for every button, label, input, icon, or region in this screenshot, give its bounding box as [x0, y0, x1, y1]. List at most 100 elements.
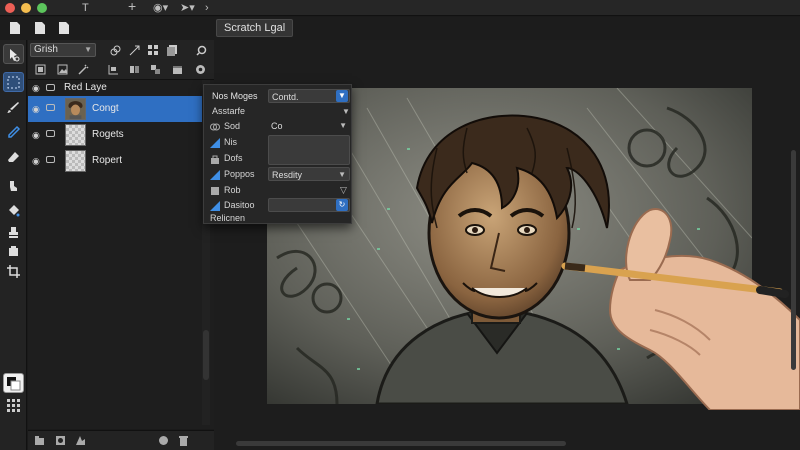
- layer-name: Congt: [92, 103, 119, 114]
- marquee-tool-icon: [7, 76, 20, 88]
- property-label: Nis: [224, 137, 237, 147]
- zoom-icon[interactable]: [196, 45, 207, 56]
- align-icon[interactable]: [108, 64, 119, 75]
- property-value: Co: [271, 121, 283, 131]
- document-stack-icon[interactable]: [167, 45, 178, 56]
- window-titlebar: T + ◉▾ ➤▾ ›: [0, 0, 800, 16]
- wand-icon[interactable]: [78, 64, 89, 75]
- layer-row[interactable]: ◉ Rogets: [28, 122, 202, 148]
- brush-tool-button[interactable]: [3, 97, 24, 117]
- color-swatch-button[interactable]: [3, 373, 24, 393]
- document-tab-scratch[interactable]: Scratch Lgal: [216, 19, 294, 37]
- chain-link-icon[interactable]: [46, 84, 55, 91]
- document-icon[interactable]: [58, 21, 70, 35]
- document-icon[interactable]: [9, 21, 21, 35]
- chevron-down-icon: ▼: [338, 170, 346, 179]
- properties-mode-select[interactable]: Contd. ▼: [268, 89, 350, 103]
- new-layer-icon[interactable]: [158, 435, 169, 446]
- property-label: Rob: [224, 185, 241, 195]
- pencil-tool-button[interactable]: [3, 122, 24, 142]
- chevron-down-icon[interactable]: ▼: [342, 107, 350, 116]
- filter-icon[interactable]: ▽: [340, 185, 347, 196]
- brush-preset-select[interactable]: Grish ▼: [30, 43, 96, 57]
- eye-icon[interactable]: ◉: [32, 130, 40, 141]
- marquee-tool-button[interactable]: [3, 72, 24, 92]
- zoom-window-button[interactable]: [37, 3, 47, 13]
- link-icon[interactable]: [110, 45, 121, 56]
- grid-icon: [7, 398, 20, 412]
- stamp-tool-button[interactable]: [3, 222, 24, 242]
- mask-icon[interactable]: [55, 435, 66, 446]
- smudge-tool-button[interactable]: [3, 175, 24, 195]
- frame-icon[interactable]: [35, 64, 46, 75]
- properties-title-row: Nos Moges Contd. ▼: [204, 89, 353, 105]
- adjustment-icon[interactable]: [75, 435, 86, 446]
- group-icon[interactable]: [34, 435, 45, 446]
- position-icon: [211, 187, 219, 195]
- eye-icon[interactable]: ◉: [32, 83, 40, 94]
- arrange-icon[interactable]: [150, 64, 161, 75]
- layers-scroll-knob[interactable]: [203, 330, 209, 380]
- property-row: Rob ▽: [204, 183, 353, 199]
- eye-icon[interactable]: ◉: [32, 156, 40, 167]
- image-icon[interactable]: [57, 64, 68, 75]
- brush-preset-value: Grish: [34, 44, 58, 55]
- property-label: Asstarfe: [212, 106, 246, 116]
- fill-opacity-icon: [210, 170, 220, 180]
- chain-link-icon[interactable]: [46, 130, 55, 137]
- crop-tool-button[interactable]: [3, 261, 24, 281]
- property-row: Sod Co ▼: [204, 119, 353, 135]
- fill-icon[interactable]: ◉▾: [153, 1, 168, 15]
- property-row: Asstarfe ▼: [204, 104, 353, 120]
- layer-row[interactable]: ◉ Congt: [28, 96, 202, 122]
- property-label: Relicnen: [210, 213, 246, 223]
- properties-title: Nos Moges: [212, 91, 258, 101]
- add-icon[interactable]: +: [128, 0, 136, 13]
- crop-icon: [7, 264, 20, 278]
- trash-icon[interactable]: [178, 435, 189, 446]
- fill-tool-button[interactable]: [3, 200, 24, 220]
- canvas-horizontal-scrollbar[interactable]: [236, 441, 566, 446]
- tool-options-row-2: [28, 60, 214, 80]
- calendar-icon[interactable]: [172, 64, 183, 75]
- document-icon[interactable]: [34, 21, 46, 35]
- distribute-icon[interactable]: [129, 64, 140, 75]
- move-tool-button[interactable]: [3, 44, 24, 64]
- close-window-button[interactable]: [5, 3, 15, 13]
- chain-link-icon[interactable]: [46, 104, 55, 111]
- property-label: Dofs: [224, 153, 243, 163]
- chain-link-icon[interactable]: [46, 156, 55, 163]
- grid-small-icon[interactable]: [148, 45, 159, 56]
- layer-name: Rogets: [92, 129, 124, 140]
- property-row: Relicnen: [204, 211, 353, 227]
- property-label: Sod: [224, 121, 241, 131]
- layers-header: ◉ Red Laye: [28, 80, 202, 95]
- canvas-vertical-scrollbar[interactable]: [791, 150, 796, 370]
- paint-bucket-icon: [9, 204, 20, 216]
- sync-icon[interactable]: ↻: [336, 199, 348, 211]
- layer-thumbnail: [65, 124, 86, 146]
- property-select[interactable]: Co ▼: [268, 119, 350, 133]
- minimize-window-button[interactable]: [21, 3, 31, 13]
- property-value-field[interactable]: ↻: [268, 198, 350, 212]
- layer-row[interactable]: ◉ Ropert: [28, 148, 202, 174]
- chevron-down-icon: ▼: [84, 45, 92, 54]
- brush-tool-icon: [7, 101, 19, 113]
- property-select[interactable]: Resdity ▼: [268, 167, 350, 181]
- grid-view-button[interactable]: [3, 395, 24, 415]
- text-tool-icon[interactable]: T: [82, 1, 89, 15]
- chevron-right-icon[interactable]: ›: [205, 1, 209, 15]
- property-row: Nis: [204, 135, 353, 165]
- shape-tool-button[interactable]: [3, 241, 24, 261]
- eraser-tool-icon: [8, 151, 19, 162]
- property-row: Poppos Resdity ▼: [204, 167, 353, 183]
- property-label: Poppos: [224, 169, 255, 179]
- eraser-tool-button[interactable]: [3, 147, 24, 167]
- stamp-tool-icon: [9, 226, 18, 238]
- eye-icon[interactable]: ◉: [32, 104, 40, 115]
- settings-icon[interactable]: [195, 64, 206, 75]
- opacity-icon: [210, 138, 220, 148]
- transform-icon[interactable]: [129, 45, 140, 56]
- property-row: Dofs: [204, 151, 353, 167]
- arrow-icon[interactable]: ➤▾: [180, 1, 195, 15]
